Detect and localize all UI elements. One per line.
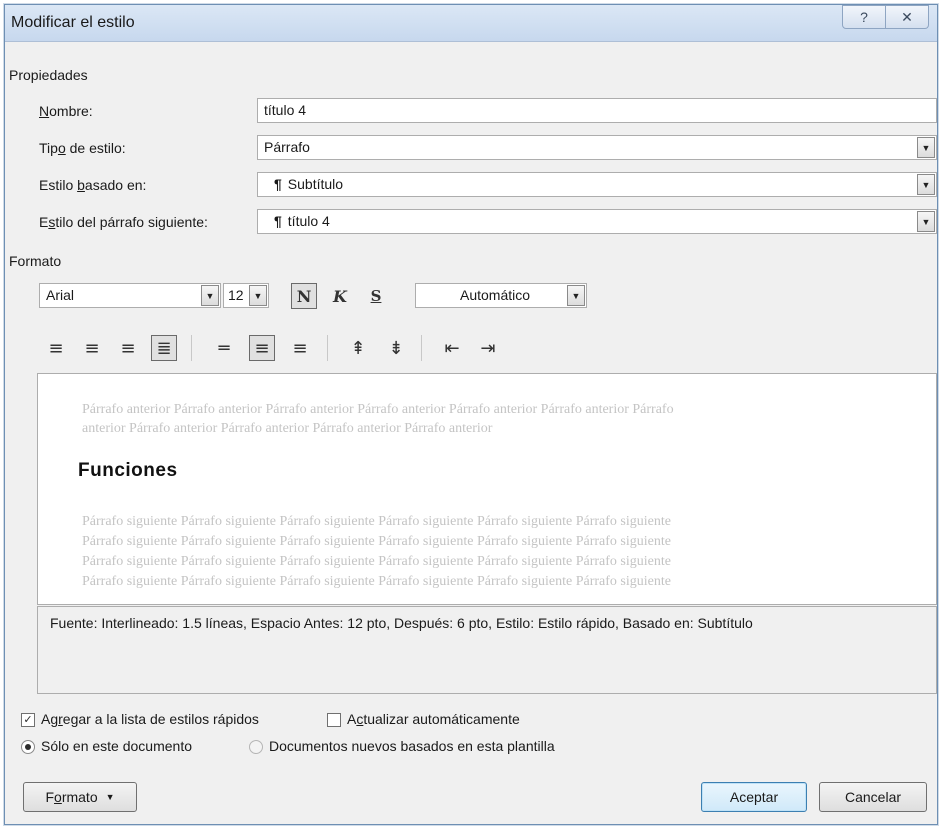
toolbar-separator [191, 335, 192, 361]
based-on-label-post: asado en: [84, 177, 147, 193]
name-value: título 4 [264, 102, 307, 118]
format-menu-button[interactable]: Fo rmato ▼ [23, 782, 137, 812]
increase-spacing-before-icon[interactable]: ⇞ [345, 335, 371, 361]
style-type-select[interactable]: Párrafo ▼ [257, 135, 937, 160]
format-button-key: o [54, 789, 62, 805]
new-documents-label[interactable]: Documentos nuevos basados en esta planti… [269, 738, 555, 754]
format-button-post: rmato [61, 789, 98, 805]
new-documents-radio[interactable] [249, 740, 263, 754]
based-on-label-pre: Estilo [39, 177, 78, 193]
name-label-key: N [39, 103, 50, 119]
auto-update-label[interactable]: Actualizar automáticamente [347, 711, 520, 727]
font-size-value: 12 [228, 287, 244, 303]
based-on-value: Subtítulo [287, 176, 344, 192]
align-left-icon[interactable]: ≡ [43, 335, 69, 361]
next-style-label: Estilo del párrafo siguiente: [39, 214, 208, 230]
bold-icon: N [296, 286, 312, 306]
justify-icon[interactable]: ≣ [151, 335, 177, 361]
preview-heading: Funciones [78, 460, 178, 481]
based-on-label: Estilo basado en: [39, 177, 146, 193]
auto-update-checkbox[interactable] [327, 713, 341, 727]
style-description: Fuente: Interlineado: 1.5 líneas, Espaci… [37, 606, 937, 694]
style-type-label-post: de estilo: [65, 140, 126, 156]
next-style-value: título 4 [287, 213, 330, 229]
auto-update-label-post: tualizar automáticamente [363, 711, 520, 727]
name-label-post: ombre: [49, 103, 93, 119]
italic-icon: K [333, 286, 347, 306]
previous-paragraph-line: anterior Párrafo anterior Párrafo anteri… [82, 421, 493, 436]
close-icon: ✕ [901, 8, 913, 25]
add-quick-label-pre: Ag [41, 711, 59, 727]
chevron-down-icon[interactable]: ▼ [567, 285, 585, 306]
description-text: Fuente: Interlineado: 1.5 líneas, Espaci… [50, 615, 753, 631]
paragraph-mark-icon: ¶ [274, 213, 282, 229]
underline-icon: S [370, 287, 382, 305]
name-input[interactable]: título 4 [257, 98, 937, 123]
chevron-down-icon[interactable]: ▼ [201, 285, 219, 306]
style-type-label-pre: Tip [39, 140, 58, 156]
only-this-document-label[interactable]: Sólo en este documento [41, 738, 192, 754]
help-button[interactable]: ? [842, 5, 886, 29]
align-center-icon[interactable]: ≡ [79, 335, 105, 361]
font-select[interactable]: Arial ▼ [39, 283, 221, 308]
format-button-pre: F [45, 789, 55, 805]
name-label: Nombre: [39, 103, 93, 119]
accept-button[interactable]: Aceptar [701, 782, 807, 812]
modify-style-dialog: Modificar el estilo ? ✕ Propiedades Nomb… [4, 4, 938, 825]
align-right-icon[interactable]: ≡ [115, 335, 141, 361]
font-size-select[interactable]: 12 ▼ [223, 283, 269, 308]
based-on-label-key: b [77, 177, 85, 193]
add-to-quick-styles-checkbox[interactable]: ✓ [21, 713, 35, 727]
style-type-label-key: o [57, 140, 66, 156]
paragraph-mark-icon: ¶ [274, 176, 282, 192]
next-paragraph-line: Párrafo siguiente Párrafo siguiente Párr… [82, 554, 671, 569]
properties-section-label: Propiedades [9, 67, 88, 83]
toolbar-separator [421, 335, 422, 361]
font-value: Arial [46, 287, 75, 303]
style-type-value: Párrafo [264, 139, 310, 155]
style-type-label: Tipo de estilo: [39, 140, 126, 156]
decrease-spacing-before-icon[interactable]: ⇟ [383, 335, 409, 361]
italic-button[interactable]: K [327, 283, 353, 309]
color-select[interactable]: Automático ▼ [415, 283, 587, 308]
increase-indent-icon[interactable]: ⇥ [475, 335, 501, 361]
single-spacing-icon[interactable]: ═ [211, 335, 237, 361]
chevron-down-icon[interactable]: ▼ [917, 137, 935, 158]
underline-button[interactable]: S [363, 283, 389, 309]
add-to-quick-styles-label[interactable]: Agregar a la lista de estilos rápidos [41, 711, 259, 727]
next-paragraph-line: Párrafo siguiente Párrafo siguiente Párr… [82, 574, 671, 589]
next-style-label-post: tilo del párrafo siguiente: [55, 214, 208, 230]
next-paragraph-line: Párrafo siguiente Párrafo siguiente Párr… [82, 534, 671, 549]
decrease-indent-icon[interactable]: ⇤ [439, 335, 465, 361]
format-section-label: Formato [9, 253, 62, 269]
next-paragraph-line: Párrafo siguiente Párrafo siguiente Párr… [82, 514, 671, 529]
add-quick-label-post: egar a la lista de estilos rápidos [62, 711, 259, 727]
color-value: Automático [460, 287, 531, 303]
double-spacing-icon[interactable]: ≡ [287, 335, 313, 361]
chevron-down-icon[interactable]: ▼ [917, 174, 935, 195]
bold-button[interactable]: N [291, 283, 317, 309]
previous-paragraph-line: Párrafo anterior Párrafo anterior Párraf… [82, 402, 674, 417]
title-bar-buttons: ? ✕ [842, 5, 929, 29]
based-on-select[interactable]: ¶ Subtítulo ▼ [257, 172, 937, 197]
toolbar-separator [327, 335, 328, 361]
help-icon: ? [860, 9, 868, 25]
next-style-select[interactable]: ¶ título 4 ▼ [257, 209, 937, 234]
title-bar: Modificar el estilo ? ✕ [5, 5, 937, 42]
window-title: Modificar el estilo [11, 14, 135, 31]
only-this-document-radio[interactable] [21, 740, 35, 754]
auto-update-label-pre: A [347, 711, 357, 727]
chevron-down-icon[interactable]: ▼ [917, 211, 935, 232]
chevron-down-icon[interactable]: ▼ [249, 285, 267, 306]
cancel-button[interactable]: Cancelar [819, 782, 927, 812]
close-button[interactable]: ✕ [886, 5, 929, 29]
chevron-down-icon: ▼ [105, 792, 115, 802]
next-style-label-pre: E [39, 214, 49, 230]
style-preview: Párrafo anterior Párrafo anterior Párraf… [37, 373, 937, 605]
one-half-spacing-icon[interactable]: ≡ [249, 335, 275, 361]
